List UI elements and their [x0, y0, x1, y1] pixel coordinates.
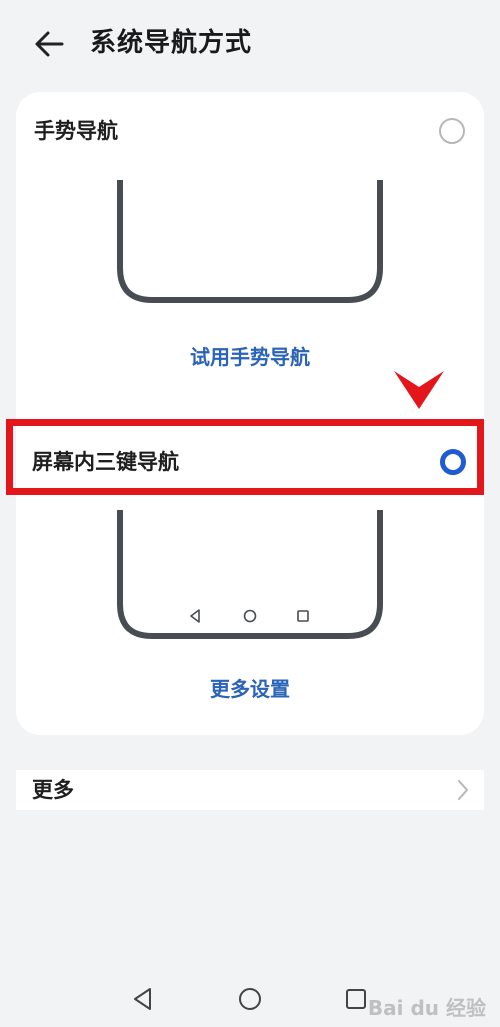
baidu-watermark: Bai du 经验 — [367, 996, 486, 1020]
more-label: 更多 — [32, 778, 74, 802]
app-header: 系统导航方式 — [0, 0, 500, 88]
arrow-left-icon — [35, 31, 64, 57]
back-button[interactable] — [28, 22, 72, 66]
more-row[interactable]: 更多 — [16, 770, 484, 810]
three-key-navigation-label: 屏幕内三键导航 — [32, 450, 179, 474]
triangle-back-icon — [134, 988, 151, 1010]
system-back-button[interactable] — [130, 986, 156, 1012]
circle-home-icon — [239, 988, 261, 1010]
three-key-phone-illustration — [117, 510, 383, 639]
red-arrow-annotation-icon — [394, 371, 444, 409]
mini-back-icon — [190, 609, 200, 623]
gesture-navigation-label: 手势导航 — [34, 119, 118, 143]
system-recents-button[interactable] — [343, 986, 369, 1012]
square-recents-icon — [346, 989, 366, 1009]
gesture-phone-illustration — [117, 180, 383, 303]
chevron-right-icon — [458, 780, 468, 800]
page-title: 系统导航方式 — [90, 28, 253, 58]
mini-recents-icon — [297, 610, 309, 622]
mini-home-icon — [243, 609, 257, 623]
navigation-options-card: 手势导航 试用手势导航 屏幕内三键导航 更多设置 — [16, 92, 484, 735]
more-settings-link[interactable]: 更多设置 — [16, 674, 484, 704]
system-home-button[interactable] — [237, 986, 263, 1012]
three-key-navigation-radio[interactable] — [440, 449, 466, 475]
try-gesture-navigation-link[interactable]: 试用手势导航 — [16, 342, 484, 372]
gesture-navigation-radio[interactable] — [439, 118, 465, 144]
